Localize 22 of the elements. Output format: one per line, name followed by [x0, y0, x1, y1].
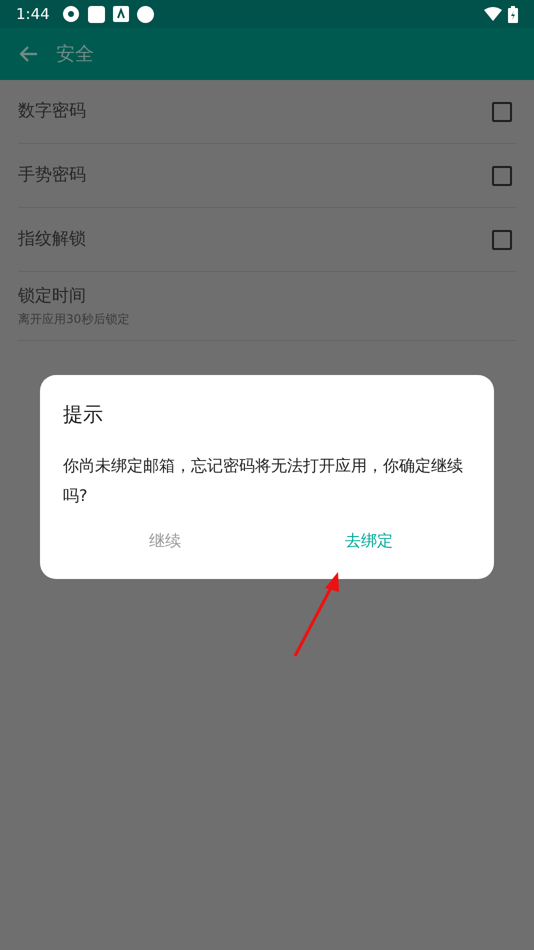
wifi-icon	[484, 7, 502, 21]
status-time: 1:44	[16, 4, 50, 25]
dialog-button[interactable]: 去绑定	[267, 521, 471, 561]
app-icon	[112, 6, 129, 22]
settings-row[interactable]: 数字密码	[18, 80, 516, 144]
setting-label: 数字密码	[18, 100, 87, 123]
setting-label: 手势密码	[18, 164, 87, 187]
app-icon	[88, 6, 105, 22]
toolbar-title: 安全	[56, 42, 94, 67]
checkbox[interactable]	[492, 102, 512, 122]
dialog-button[interactable]: 继续	[63, 521, 267, 561]
dialog-title: 提示	[63, 401, 104, 428]
app-icon	[136, 6, 154, 22]
checkbox[interactable]	[492, 230, 512, 250]
dialog-message: 你尚未绑定邮箱，忘记密码将无法打开应用，你确定继续吗?	[63, 455, 464, 507]
settings-row[interactable]: 指纹解锁	[18, 208, 516, 272]
settings-row[interactable]: 手势密码	[18, 144, 516, 208]
setting-label: 指纹解锁	[18, 228, 87, 251]
battery-icon	[508, 6, 518, 22]
back-icon[interactable]	[18, 45, 38, 63]
setting-label: 锁定时间	[18, 285, 87, 308]
checkbox[interactable]	[492, 166, 512, 186]
